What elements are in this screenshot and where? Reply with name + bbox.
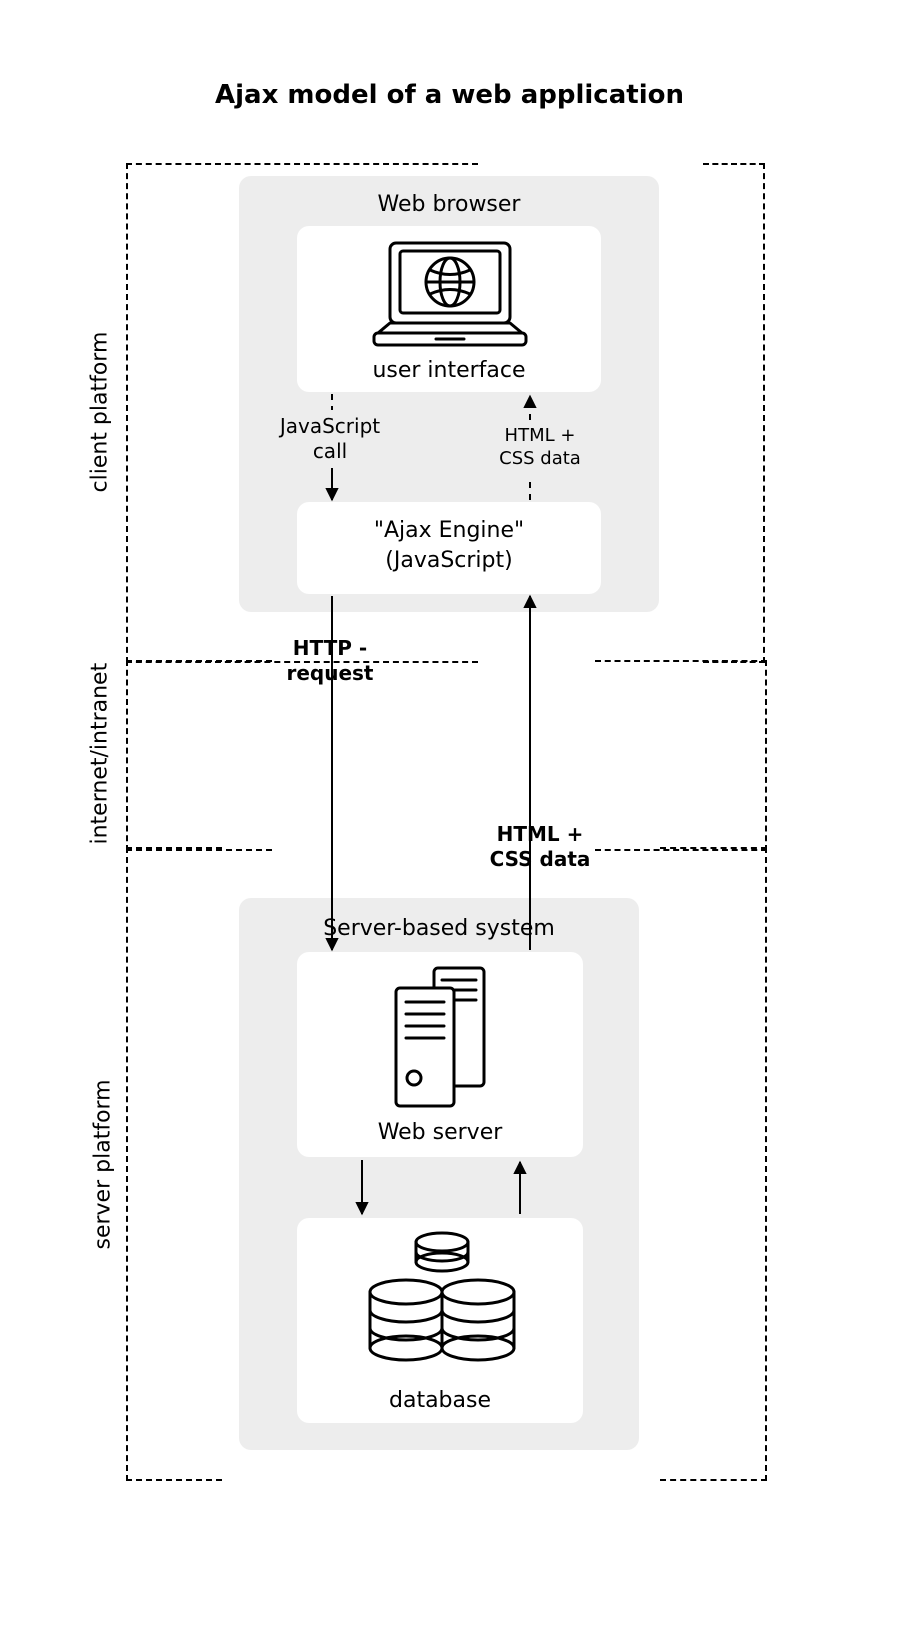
internet-region-left — [126, 660, 272, 851]
server-region-left — [126, 847, 222, 1481]
database-label: database — [297, 1388, 583, 1413]
internet-region-right — [595, 660, 767, 851]
js-call-line1: JavaScript — [280, 414, 380, 438]
client-region-right — [703, 163, 765, 663]
html-css-up-line1: HTML + — [505, 425, 576, 446]
http-request-label: HTTP - request — [260, 636, 400, 686]
laptop-globe-icon — [360, 235, 540, 353]
html-css-up-line2: CSS data — [499, 448, 581, 469]
web-browser-label: Web browser — [239, 192, 659, 217]
diagram-title: Ajax model of a web application — [0, 80, 899, 110]
server-system-label: Server-based system — [239, 916, 639, 941]
html-css-net-label: HTML + CSS data — [460, 822, 620, 872]
diagram-canvas: Ajax model of a web application client p… — [0, 0, 899, 1642]
ajax-engine-label-1: "Ajax Engine" — [297, 518, 601, 543]
server-platform-label: server platform — [91, 1080, 116, 1250]
web-server-label: Web server — [297, 1120, 583, 1145]
js-call-label: JavaScript call — [250, 414, 410, 464]
server-region-right — [660, 847, 767, 1481]
http-req-line1: HTTP - — [293, 636, 367, 660]
server-icon — [380, 962, 500, 1112]
user-interface-label: user interface — [297, 358, 601, 383]
html-css-net-line2: CSS data — [490, 847, 591, 871]
ajax-engine-label-2: (JavaScript) — [297, 548, 601, 573]
internet-label: internet/intranet — [88, 665, 113, 845]
database-icon — [362, 1228, 522, 1383]
html-css-net-line1: HTML + — [497, 822, 584, 846]
http-req-line2: request — [286, 661, 373, 685]
js-call-line2: call — [313, 439, 347, 463]
client-platform-label: client platform — [88, 333, 113, 493]
html-css-up-label: HTML + CSS data — [460, 425, 620, 470]
